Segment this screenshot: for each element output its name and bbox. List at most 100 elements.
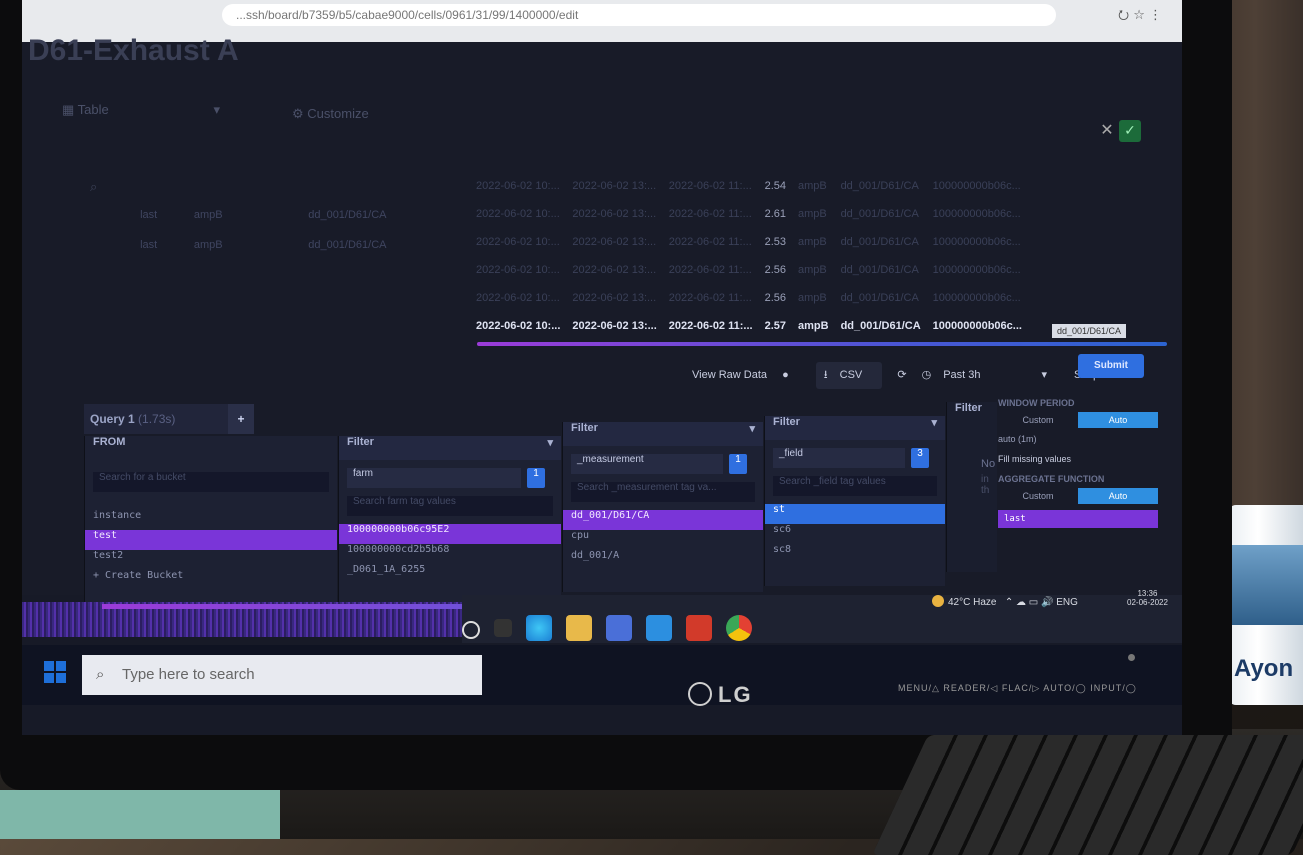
weather-label[interactable]: 42°C Haze (948, 597, 996, 608)
mail-icon[interactable] (646, 615, 672, 641)
taskbar-clock[interactable]: 13:36 02-06-2022 (1127, 589, 1168, 607)
clock-date: 02-06-2022 (1127, 598, 1168, 607)
refresh-icon[interactable]: ⟳ (897, 368, 906, 381)
filter-header[interactable]: Filter ▾ (339, 436, 561, 460)
table-cell: ampB (798, 180, 827, 192)
table-cell: 2022-06-02 10:... (476, 236, 560, 248)
influx-cell-editor: D61-Exhaust A ▦ Table ▾ ⚙ Customize ✕ ✓ … (22, 34, 1182, 637)
from-header: FROM (85, 436, 337, 460)
table-cell: 100000000b06c... (932, 264, 1021, 276)
tag-value-selected[interactable]: dd_001/D61/CA (563, 510, 763, 530)
browser-toolbar-icons[interactable]: ⭮ ☆ ⋮ (1118, 6, 1162, 28)
bucket-item[interactable]: test2 (85, 550, 337, 570)
search-icon: ⌕ (96, 666, 105, 683)
clock-time: 13:36 (1137, 589, 1158, 598)
table-row: 2022-06-02 10:... 2022-06-02 13:... 2022-0… (470, 172, 1028, 200)
visualization-select[interactable]: ▦ Table ▾ (62, 102, 220, 118)
table-cell: 100000000b06c... (932, 180, 1021, 192)
table-cell: 2022-06-02 13:... (572, 180, 657, 192)
tag-value-selected[interactable]: st (765, 504, 945, 524)
table-cell: 2.53 (764, 236, 786, 248)
office-icon[interactable] (686, 615, 712, 641)
weather-icon (932, 595, 944, 607)
table-cell: 100000000b06c... (932, 236, 1021, 248)
custom-option[interactable]: Custom (998, 412, 1078, 428)
empty-subtext: in th (981, 474, 990, 496)
filter-panel-measurement: Filter ▾ _measurement 1 Search _measuremen… (562, 422, 763, 592)
table-cell: 2022-06-02 10:... (476, 292, 560, 304)
address-bar[interactable]: ...ssh/board/b7359/b5/cabae9000/cells/09… (222, 4, 1056, 26)
bucket-search-input[interactable]: Search for a bucket (93, 472, 329, 492)
tag-search-input[interactable]: Search farm tag values (347, 496, 553, 516)
auto-option[interactable]: Auto (1078, 488, 1158, 504)
group-row: last ampB dd_001/D61/CA (82, 200, 472, 230)
tag-value[interactable]: dd_001/A (563, 550, 763, 570)
language-label[interactable]: ENG (1056, 597, 1078, 608)
tag-key-label: farm (353, 468, 373, 479)
submit-button[interactable]: Submit (1078, 354, 1144, 378)
tag-value[interactable]: 100000000cd2b5b68 (339, 544, 561, 564)
paper-sheet (0, 790, 280, 839)
aggregate-function-selected[interactable]: last (998, 510, 1158, 528)
window-period-toggle[interactable]: Custom Auto (998, 412, 1158, 428)
graph-icon: ▦ (62, 102, 78, 117)
cell-title[interactable]: D61-Exhaust A (28, 34, 239, 68)
table-cell: dd_001/D61/CA (840, 236, 919, 248)
aggregate-toggle[interactable]: Custom Auto (998, 488, 1158, 504)
edge-icon[interactable] (526, 615, 552, 641)
file-explorer-icon[interactable] (566, 615, 592, 641)
horizontal-scrollbar[interactable] (477, 342, 1167, 346)
table-cell: 2022-06-02 10:... (476, 264, 560, 276)
filter-header[interactable]: Filter ▾ (765, 416, 945, 440)
table-row[interactable]: 2022-06-02 10:... 2022-06-02 13:... 2022-0… (470, 312, 1028, 340)
customize-button[interactable]: ⚙ Customize (292, 106, 369, 122)
tag-key-select[interactable]: _field 3 (773, 448, 929, 468)
custom-option[interactable]: Custom (998, 488, 1078, 504)
filter-header-label: Filter (773, 416, 800, 428)
view-raw-toggle[interactable]: View Raw Data ● (692, 369, 801, 381)
add-query-button[interactable]: + (228, 404, 254, 434)
confirm-check-icon[interactable]: ✓ (1119, 120, 1141, 142)
query-tab[interactable]: Query 1 (1.73s) + (84, 404, 254, 434)
taskbar-search-input[interactable]: ⌕ Type here to search (82, 655, 482, 695)
task-view-icon[interactable] (494, 619, 512, 637)
filter-header[interactable]: Filter (947, 402, 997, 426)
table-cell: 2022-06-02 11:... (668, 264, 752, 276)
bucket-item-selected[interactable]: test (85, 530, 337, 550)
tag-search-input[interactable]: Search _measurement tag va... (571, 482, 755, 502)
time-range-select[interactable]: ◷ Past 3h ▾ (922, 368, 1059, 381)
visualization-label: Table (77, 102, 109, 117)
csv-button[interactable]: ⭳ CSV (815, 362, 883, 389)
tag-key-label: _measurement (577, 454, 644, 465)
selected-count-badge: 1 (729, 454, 747, 474)
cortana-icon[interactable] (462, 621, 480, 639)
filter-header-label: Filter (347, 436, 374, 448)
table-row: 2022-06-02 10:... 2022-06-02 13:... 2022-0… (470, 200, 1028, 228)
view-raw-label: View Raw Data (692, 369, 767, 381)
tag-value-selected[interactable]: 100000000b06c95E2 (339, 524, 561, 544)
keyboard (872, 735, 1303, 855)
auto-option[interactable]: Auto (1078, 412, 1158, 428)
clock-icon: ◷ (921, 369, 932, 381)
close-icon[interactable]: ✕ (1097, 120, 1117, 140)
table-cell: 2022-06-02 11:... (668, 208, 752, 220)
filter-header[interactable]: Filter ▾ (563, 422, 763, 446)
tag-value[interactable]: cpu (563, 530, 763, 550)
fill-missing-checkbox[interactable]: Fill missing values (998, 454, 1158, 464)
tag-search-input[interactable]: Search _field tag values (773, 476, 937, 496)
bucket-item[interactable]: instance (85, 510, 337, 530)
taskbar-search-placeholder: Type here to search (122, 666, 255, 683)
tag-key-select[interactable]: farm 1 (347, 468, 545, 488)
table-cell: 100000000b06c... (932, 292, 1021, 304)
windows-taskbar: 42°C Haze ⌃ ☁ ▭ 🔊 ENG 13:36 02-06-2022 ⌕… (22, 589, 1182, 735)
tag-key-select[interactable]: _measurement 1 (571, 454, 747, 474)
chrome-icon[interactable] (726, 615, 752, 641)
windows-start-icon[interactable] (44, 661, 66, 683)
tag-value[interactable]: sc6 (765, 524, 945, 544)
tag-value[interactable]: sc8 (765, 544, 945, 564)
store-icon[interactable] (606, 615, 632, 641)
tray-icons[interactable]: ⌃ ☁ ▭ 🔊 (1005, 597, 1056, 608)
time-range-label: Past 3h (943, 369, 981, 381)
tag-value[interactable]: _D061_1A_6255 (339, 564, 561, 584)
create-bucket-item[interactable]: + Create Bucket (85, 570, 337, 590)
